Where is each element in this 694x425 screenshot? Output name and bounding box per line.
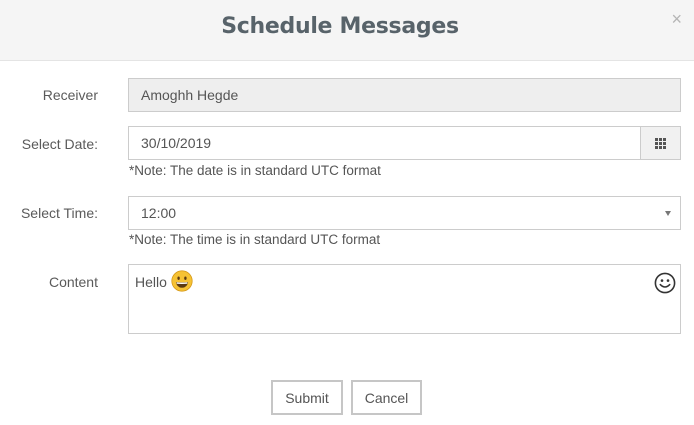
select-time-label: Select Time:	[20, 205, 98, 221]
date-value: 30/10/2019	[141, 135, 212, 151]
time-value: 12:00	[141, 205, 177, 221]
receiver-value: Amoghh Hegde	[141, 87, 239, 103]
date-note: *Note: The date is in standard UTC forma…	[129, 163, 381, 178]
calendar-grid-icon	[655, 137, 666, 149]
dialog-title: Schedule Messages	[221, 14, 459, 39]
select-date-label: Select Date:	[21, 136, 98, 152]
dialog-header: Schedule Messages ×	[0, 0, 694, 61]
schedule-messages-dialog: Schedule Messages × Receiver Amoghh Hegd…	[0, 0, 694, 425]
grinning-face-emoji	[171, 270, 193, 292]
time-select[interactable]: 12:00	[128, 196, 681, 230]
submit-button[interactable]: Submit	[271, 380, 343, 415]
cancel-button[interactable]: Cancel	[351, 380, 422, 415]
time-note: *Note: The time is in standard UTC forma…	[129, 232, 381, 247]
close-icon[interactable]: ×	[671, 10, 682, 28]
content-textarea[interactable]: Hello	[128, 264, 681, 334]
receiver-field: Amoghh Hegde	[128, 78, 681, 112]
smiley-icon[interactable]	[654, 272, 676, 294]
calendar-button[interactable]	[640, 127, 680, 159]
date-input[interactable]: 30/10/2019	[128, 126, 681, 160]
content-text: Hello	[135, 274, 167, 290]
chevron-down-icon	[665, 211, 671, 216]
content-label: Content	[48, 274, 98, 290]
receiver-label: Receiver	[42, 87, 98, 103]
